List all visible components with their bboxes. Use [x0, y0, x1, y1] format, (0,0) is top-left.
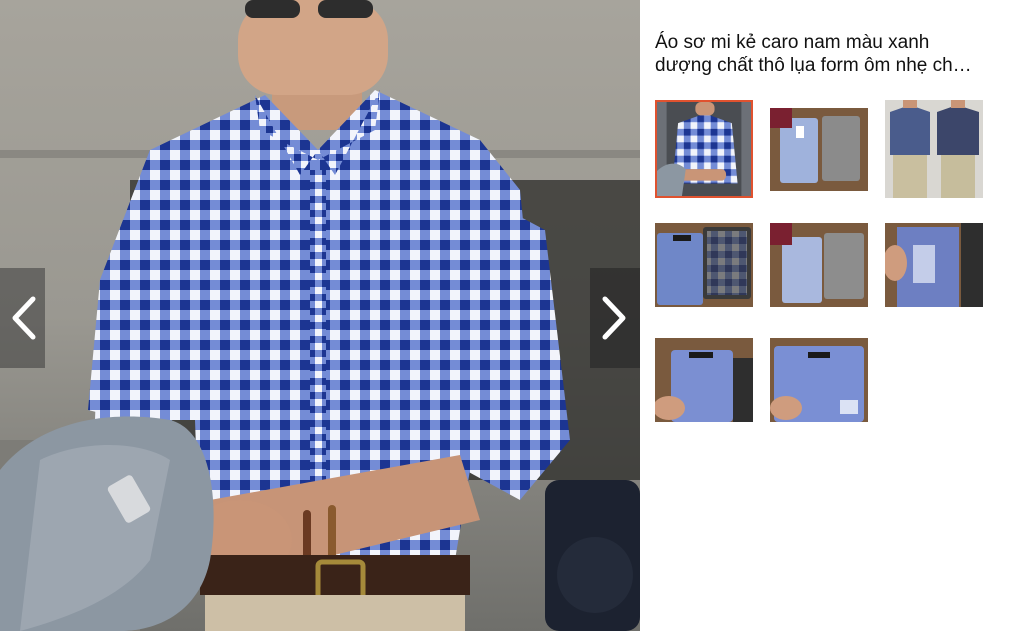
- product-sidebar: Áo sơ mi kẻ caro nam màu xanh dượng chất…: [640, 0, 1012, 631]
- product-title: Áo sơ mi kẻ caro nam màu xanh dượng chất…: [655, 31, 1010, 77]
- product-title-line-2: dượng chất thô lụa form ôm nhẹ ch…: [655, 55, 972, 76]
- thumbnail-8[interactable]: [770, 338, 868, 422]
- main-product-image: [0, 0, 640, 631]
- previous-image-button[interactable]: [0, 268, 45, 368]
- thumbnail-2[interactable]: [770, 108, 868, 191]
- thumbnail-3[interactable]: [885, 100, 983, 198]
- next-image-button[interactable]: [590, 268, 640, 368]
- chevron-left-icon: [12, 296, 35, 340]
- thumbnail-7[interactable]: [655, 338, 753, 422]
- thumbnail-6[interactable]: [885, 223, 983, 307]
- chevron-right-icon: [602, 296, 626, 340]
- main-image-viewer: [0, 0, 640, 631]
- thumbnail-4[interactable]: [655, 223, 753, 307]
- product-title-line-1: Áo sơ mi kẻ caro nam màu xanh: [655, 32, 930, 53]
- thumbnail-1[interactable]: [655, 100, 753, 198]
- thumbnail-5[interactable]: [770, 223, 868, 307]
